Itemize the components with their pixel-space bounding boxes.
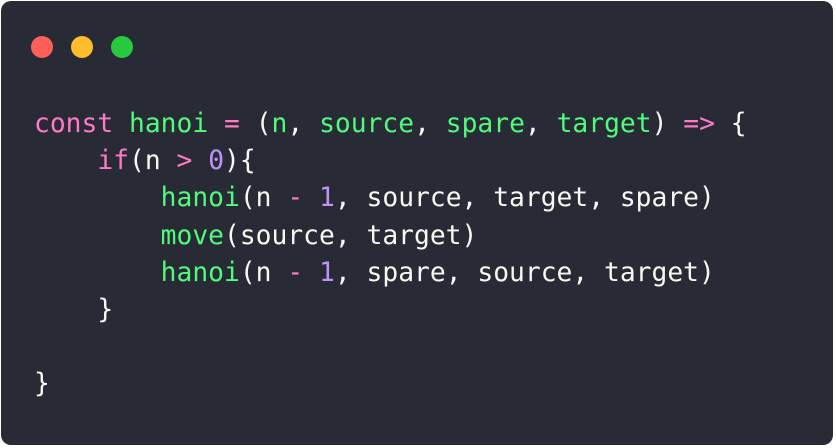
code-token: , spare, source, target) bbox=[334, 257, 715, 288]
code-line: hanoi(n - 1, spare, source, target) bbox=[34, 255, 747, 292]
code-token: 0 bbox=[208, 146, 225, 177]
code-token: , bbox=[414, 109, 446, 139]
code-token: => bbox=[683, 109, 715, 139]
code-token: (n bbox=[239, 257, 288, 288]
maximize-dot-icon bbox=[111, 36, 133, 58]
code-token: , source, target, spare) bbox=[334, 183, 715, 214]
code-token: hanoi bbox=[160, 257, 240, 288]
code-token: > bbox=[176, 146, 193, 177]
code-token: if bbox=[97, 146, 130, 177]
close-dot-icon bbox=[31, 36, 53, 58]
code-block: const hanoi = (n, source, spare, target)… bbox=[34, 106, 747, 404]
code-window: const hanoi = (n, source, spare, target)… bbox=[1, 1, 833, 445]
code-token: , bbox=[524, 109, 557, 139]
code-token: } bbox=[34, 294, 114, 325]
code-token: move bbox=[160, 220, 225, 251]
code-token: hanoi bbox=[160, 183, 240, 214]
code-line: if(n > 0){ bbox=[34, 143, 747, 180]
code-token: - bbox=[287, 183, 304, 214]
code-token: } bbox=[34, 369, 50, 400]
code-line: move(source, target) bbox=[34, 218, 747, 255]
code-token: , bbox=[287, 109, 320, 139]
code-token: 1 bbox=[319, 257, 335, 288]
code-line: } bbox=[34, 292, 747, 329]
code-token: ( bbox=[239, 109, 272, 139]
code-token: - bbox=[287, 257, 304, 288]
code-token: (n bbox=[239, 183, 288, 214]
code-token: source bbox=[319, 109, 415, 139]
code-token: const bbox=[34, 109, 114, 139]
code-token: target bbox=[556, 109, 652, 139]
code-line: hanoi(n - 1, source, target, spare) bbox=[34, 180, 747, 217]
code-token: { bbox=[714, 109, 747, 139]
code-token: 1 bbox=[319, 183, 335, 214]
code-token: hanoi bbox=[129, 109, 209, 139]
code-line: } bbox=[34, 366, 747, 403]
code-token: (source, target) bbox=[224, 220, 478, 251]
code-line: const hanoi = (n, source, spare, target)… bbox=[34, 106, 747, 143]
code-token: spare bbox=[445, 109, 525, 139]
code-token: ) bbox=[651, 109, 684, 139]
code-token: ){ bbox=[224, 146, 256, 177]
minimize-dot-icon bbox=[71, 36, 93, 58]
code-token: (n bbox=[129, 146, 177, 177]
code-token: n bbox=[271, 109, 288, 139]
code-token: = bbox=[224, 109, 240, 139]
